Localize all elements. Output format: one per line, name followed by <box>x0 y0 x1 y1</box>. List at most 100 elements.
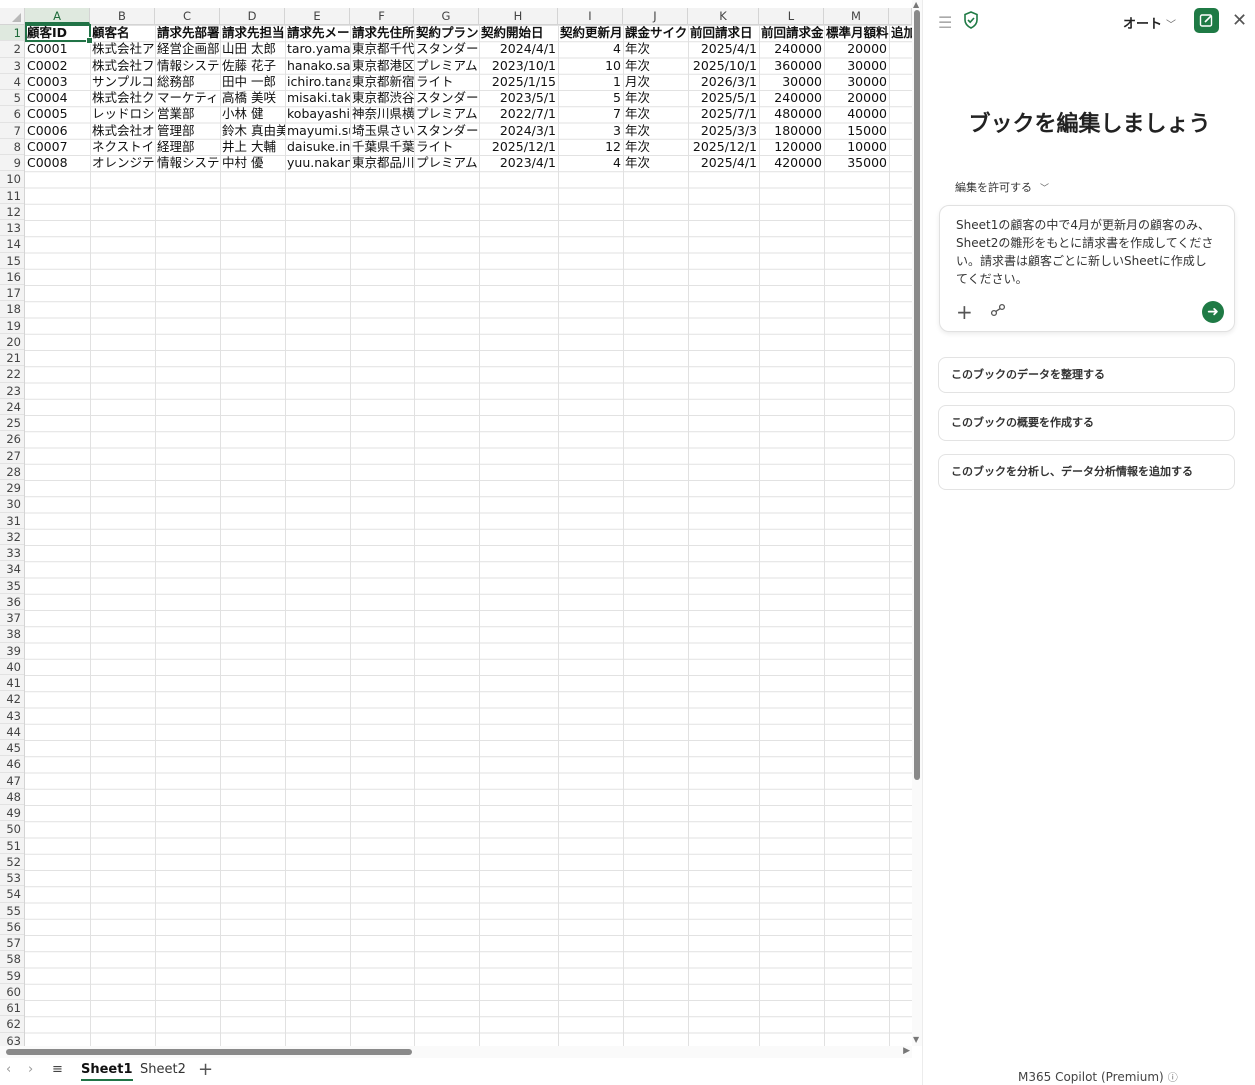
table-cell[interactable]: 株式会社ア <box>90 41 155 57</box>
row-header-22[interactable]: 22 <box>0 366 24 383</box>
scroll-right-icon[interactable]: ▶ <box>903 1046 910 1056</box>
table-cell[interactable]: 年次 <box>623 90 688 106</box>
table-cell[interactable]: 2024/3/1 <box>479 123 558 139</box>
table-cell[interactable]: hanako.sa <box>285 58 350 74</box>
header-cell[interactable]: 追加 <box>889 25 912 41</box>
table-cell[interactable]: 2025/4/1 <box>688 41 759 57</box>
table-cell[interactable]: 年次 <box>623 139 688 155</box>
row-header-61[interactable]: 61 <box>0 1000 24 1017</box>
table-cell[interactable]: C0007 <box>25 139 90 155</box>
column-header-j[interactable]: J <box>623 8 688 24</box>
column-header-f[interactable]: F <box>350 8 414 24</box>
table-cell[interactable]: 2023/4/1 <box>479 155 558 171</box>
table-cell[interactable]: ライト <box>414 74 479 90</box>
next-sheet-icon[interactable]: › <box>28 1062 33 1077</box>
table-cell[interactable]: C0002 <box>25 58 90 74</box>
row-header-54[interactable]: 54 <box>0 886 24 903</box>
table-cell[interactable]: 40000 <box>824 106 889 122</box>
table-cell[interactable]: 10000 <box>824 139 889 155</box>
table-cell[interactable]: 20000 <box>824 90 889 106</box>
table-cell[interactable]: 井上 大輔 <box>220 139 285 155</box>
table-cell[interactable]: 年次 <box>623 58 688 74</box>
table-cell[interactable]: 東京都港区 <box>350 58 414 74</box>
table-cell[interactable]: 420000 <box>759 155 824 171</box>
header-cell[interactable]: 顧客名 <box>90 25 155 41</box>
row-header-30[interactable]: 30 <box>0 496 24 513</box>
cell-grid[interactable] <box>25 25 912 1046</box>
column-header-h[interactable]: H <box>479 8 558 24</box>
table-cell[interactable]: 年次 <box>623 123 688 139</box>
table-cell[interactable]: 総務部 <box>155 74 220 90</box>
scroll-up-icon[interactable]: ▲ <box>913 0 919 9</box>
row-header-47[interactable]: 47 <box>0 773 24 789</box>
table-cell[interactable]: 180000 <box>759 123 824 139</box>
table-cell[interactable]: 2023/10/1 <box>479 58 558 74</box>
all-sheets-icon[interactable]: ≡ <box>52 1062 63 1077</box>
horizontal-scrollbar[interactable]: ▶ <box>0 1046 912 1058</box>
header-cell[interactable]: 前回請求日 <box>688 25 759 41</box>
plus-icon[interactable]: + <box>956 300 973 324</box>
table-cell[interactable]: スタンダー <box>414 123 479 139</box>
table-cell[interactable]: 神奈川県横 <box>350 106 414 122</box>
table-cell[interactable]: 年次 <box>623 106 688 122</box>
table-cell[interactable]: 佐藤 花子 <box>220 58 285 74</box>
row-header-24[interactable]: 24 <box>0 399 24 415</box>
table-cell[interactable]: レッドロシ <box>90 106 155 122</box>
row-header-2[interactable]: 2 <box>0 41 24 58</box>
table-cell[interactable]: 経営企画部 <box>155 41 220 57</box>
row-header-51[interactable]: 51 <box>0 838 24 854</box>
table-cell[interactable]: 株式会社オ <box>90 123 155 139</box>
row-header-25[interactable]: 25 <box>0 415 24 432</box>
header-cell[interactable]: 契約開始日 <box>479 25 558 41</box>
table-cell[interactable]: 年次 <box>623 155 688 171</box>
select-all-corner[interactable] <box>0 8 25 24</box>
table-cell[interactable]: ネクストイ <box>90 139 155 155</box>
header-cell[interactable]: 請求先担当 <box>220 25 285 41</box>
tab-sheet1[interactable]: Sheet1 <box>81 1062 133 1081</box>
row-header-4[interactable]: 4 <box>0 74 24 90</box>
row-header-28[interactable]: 28 <box>0 464 24 480</box>
table-cell[interactable]: taro.yamac <box>285 41 350 57</box>
table-cell[interactable]: daisuke.in <box>285 139 350 155</box>
header-cell[interactable]: 契約更新月 <box>558 25 623 41</box>
table-cell[interactable]: C0004 <box>25 90 90 106</box>
table-cell[interactable]: 月次 <box>623 74 688 90</box>
column-header-i[interactable]: I <box>558 8 623 24</box>
table-cell[interactable]: 2025/10/1 <box>688 58 759 74</box>
header-cell[interactable]: 課金サイク <box>623 25 688 41</box>
column-header-b[interactable]: B <box>90 8 155 24</box>
header-cell[interactable]: 請求先部署 <box>155 25 220 41</box>
table-cell[interactable]: スタンダー <box>414 41 479 57</box>
row-header-49[interactable]: 49 <box>0 805 24 822</box>
tab-sheet2[interactable]: Sheet2 <box>140 1062 186 1077</box>
row-header-27[interactable]: 27 <box>0 448 24 464</box>
row-header-20[interactable]: 20 <box>0 334 24 350</box>
table-cell[interactable]: 30000 <box>824 58 889 74</box>
row-header-15[interactable]: 15 <box>0 253 24 269</box>
row-header-41[interactable]: 41 <box>0 675 24 692</box>
table-cell[interactable]: 120000 <box>759 139 824 155</box>
table-cell[interactable]: 営業部 <box>155 106 220 122</box>
table-cell[interactable]: 2023/5/1 <box>479 90 558 106</box>
row-header-26[interactable]: 26 <box>0 431 24 448</box>
table-cell[interactable]: 2025/4/1 <box>688 155 759 171</box>
prev-sheet-icon[interactable]: ‹ <box>6 1062 11 1077</box>
table-cell[interactable]: 2022/7/1 <box>479 106 558 122</box>
table-cell[interactable]: 30000 <box>824 74 889 90</box>
header-cell[interactable]: 前回請求金 <box>759 25 824 41</box>
table-cell[interactable]: 3 <box>558 123 623 139</box>
column-header-l[interactable]: L <box>759 8 824 24</box>
table-cell[interactable]: 東京都千代 <box>350 41 414 57</box>
table-cell[interactable]: 鈴木 真由美 <box>220 123 285 139</box>
prompt-text[interactable]: Sheet1の顧客の中で4月が更新月の顧客のみ、Sheet2の雛形をもとに請求書… <box>956 216 1218 288</box>
table-cell[interactable]: 1 <box>558 74 623 90</box>
table-cell[interactable]: スタンダー <box>414 90 479 106</box>
table-cell[interactable]: サンプルコ <box>90 74 155 90</box>
row-header-19[interactable]: 19 <box>0 318 24 334</box>
table-cell[interactable]: 2025/7/1 <box>688 106 759 122</box>
table-cell[interactable]: 240000 <box>759 90 824 106</box>
column-header-a[interactable]: A <box>25 8 90 24</box>
row-header-60[interactable]: 60 <box>0 984 24 1000</box>
table-cell[interactable]: 5 <box>558 90 623 106</box>
row-header-5[interactable]: 5 <box>0 90 24 107</box>
